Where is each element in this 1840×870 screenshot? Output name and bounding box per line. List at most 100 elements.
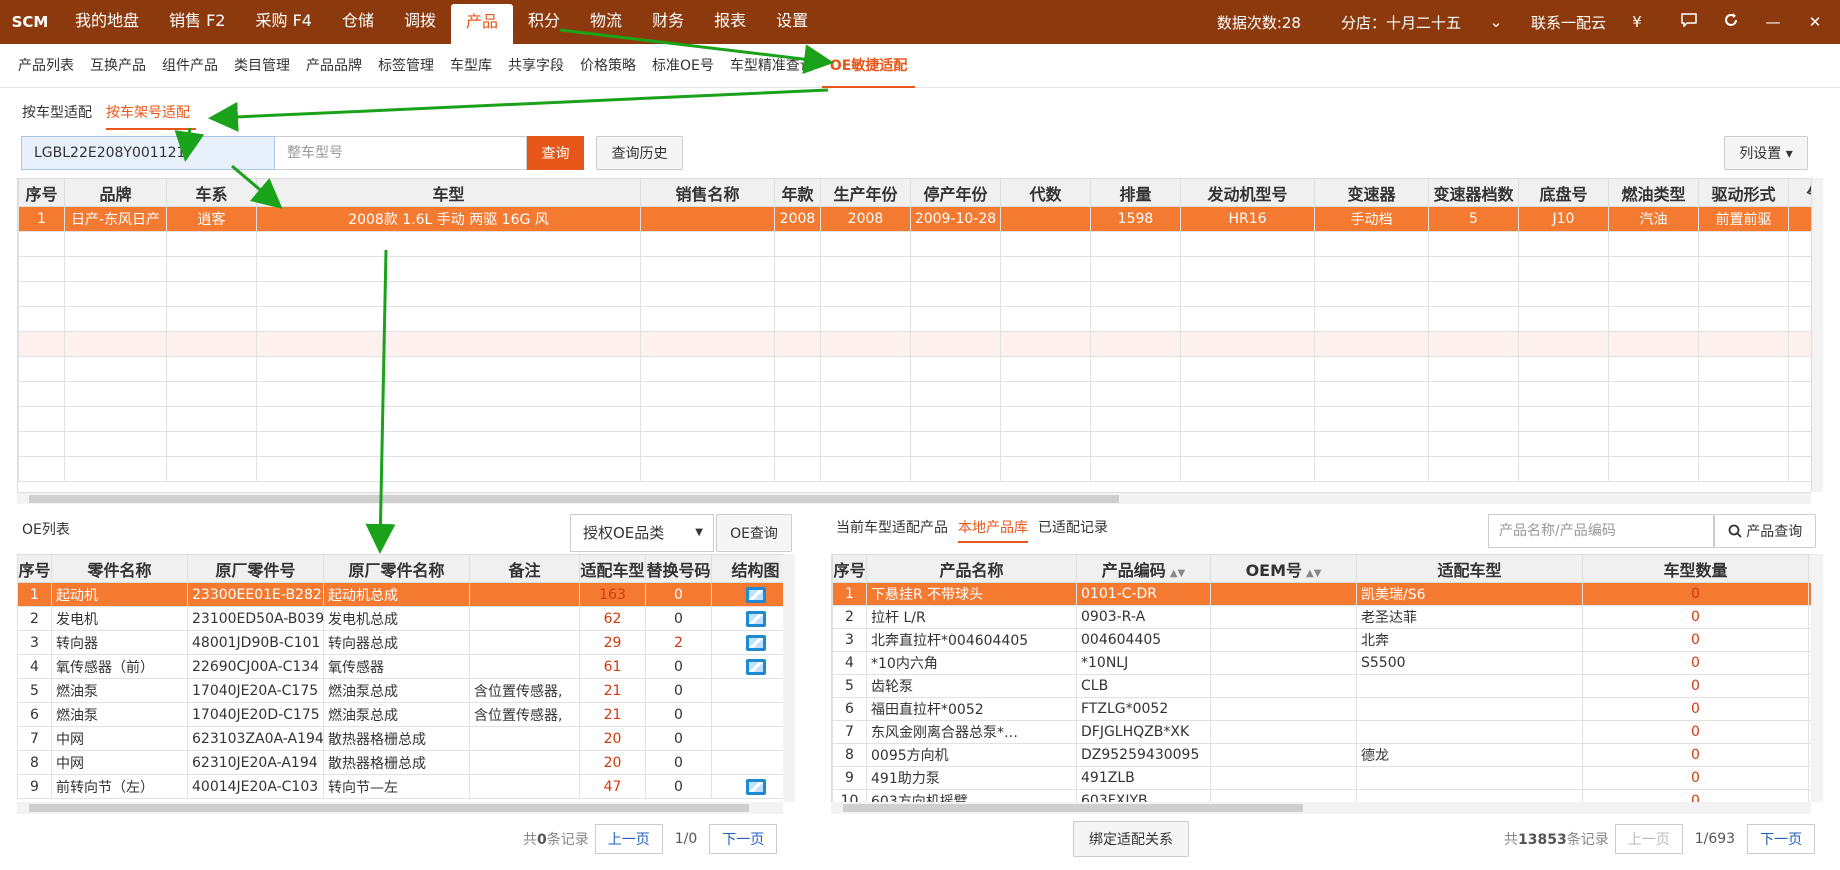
col-header[interactable]: 年款 [774, 178, 821, 207]
col-header[interactable]: 序号 [832, 554, 867, 583]
oe-vscrollbar[interactable] [783, 554, 795, 802]
topnav-item-logistics[interactable]: 物流 [575, 0, 637, 44]
topnav-item-transfer[interactable]: 调拨 [389, 0, 451, 44]
product-search-input[interactable] [1488, 514, 1714, 548]
refresh-icon[interactable] [1720, 12, 1742, 32]
topnav-item-purchase[interactable]: 采购 F4 [241, 0, 327, 44]
chevron-down-icon[interactable]: ⌄ [1485, 13, 1507, 31]
subnav-brand[interactable]: 产品品牌 [298, 44, 370, 88]
col-header[interactable]: 车型 [256, 178, 641, 207]
col-header[interactable]: 序号 [17, 554, 52, 583]
topnav-item-product[interactable]: 产品 [451, 4, 514, 44]
subnav-oe-agile[interactable]: OE敏捷适配 [821, 44, 916, 88]
table-row[interactable]: 9 491助力泵 491ZLB 0 [832, 766, 1811, 790]
query-button[interactable]: 查询 [527, 136, 584, 170]
topnav-item-finance[interactable]: 财务 [637, 0, 699, 44]
product-prev-page-button[interactable]: 上一页 [1614, 824, 1683, 854]
table-row[interactable]: 4 *10内六角 *10NLJ S5500 0 [832, 651, 1811, 675]
topnav-item-warehouse[interactable]: 仓储 [327, 0, 389, 44]
vin-input[interactable] [21, 136, 275, 170]
subnav-precise-query[interactable]: 车型精准查询 [722, 44, 822, 88]
tab-by-model[interactable]: 按车型适配 [22, 100, 98, 130]
topnav-item-points[interactable]: 积分 [513, 0, 575, 44]
col-header[interactable]: 停产年份 [910, 178, 1001, 207]
table-row[interactable]: 4 氧传感器（前） 22690CJ00A-C134 氧传感器 61 0 [17, 654, 783, 679]
query-history-button[interactable]: 查询历史 [596, 136, 683, 170]
oe-query-button[interactable]: OE查询 [716, 514, 792, 552]
table-row[interactable]: 5 齿轮泵 CLB 0 [832, 674, 1811, 698]
table-row[interactable]: 6 燃油泵 17040JE20D-C175 燃油泵总成 含位置传感器, 21 0 [17, 702, 783, 727]
product-next-page-button[interactable]: 下一页 [1747, 824, 1816, 854]
table-row[interactable]: 2 拉杆 L/R 0903-R-A 老圣达菲 0 [832, 605, 1811, 629]
minimize-icon[interactable]: — [1762, 13, 1784, 31]
subnav-price-strategy[interactable]: 价格策略 [572, 44, 644, 88]
model-input[interactable] [275, 136, 527, 170]
scroll-thumb[interactable] [843, 804, 1303, 812]
topnav-item-sales[interactable]: 销售 F2 [154, 0, 240, 44]
col-header[interactable]: 结构图 [711, 554, 783, 583]
col-header[interactable]: 代数 [1000, 178, 1091, 207]
scroll-thumb[interactable] [29, 804, 749, 812]
image-icon[interactable] [745, 778, 766, 795]
subnav-product-list[interactable]: 产品列表 [10, 44, 82, 88]
tab-current-fitted[interactable]: 当前车型适配产品 [836, 517, 948, 543]
subnav-vehicle-lib[interactable]: 车型库 [442, 44, 500, 88]
table-row[interactable]: 8 中网 62310JE20A-A194 散热器格栅总成 20 0 [17, 750, 783, 775]
topnav-item-reports[interactable]: 报表 [699, 0, 761, 44]
table-row[interactable]: 9 前转向节（左） 40014JE20A-C103 转向节—左 47 0 [17, 774, 783, 799]
table-row[interactable]: 3 转向器 48001JD90B-C101 转向器总成 29 2 [17, 630, 783, 655]
yen-icon[interactable]: ¥ [1626, 13, 1648, 31]
tab-fitted-records[interactable]: 已适配记录 [1038, 517, 1108, 543]
oe-hscrollbar[interactable] [17, 802, 783, 814]
col-header[interactable]: 产品编码 ▲▼ [1076, 554, 1211, 583]
oe-next-page-button[interactable]: 下一页 [709, 824, 778, 854]
col-header[interactable]: 原厂零件名称 [323, 554, 470, 583]
col-header[interactable]: 销售名称 [640, 178, 775, 207]
table-row[interactable]: 7 东风金刚离合器总泵*… DFJGLHQZB*XK 0 [832, 720, 1811, 744]
oe-prev-page-button[interactable]: 上一页 [594, 824, 663, 854]
table-row[interactable]: 1 下悬挂R 不带球头 0101-C-DR 凯美瑞/S6 0 [832, 582, 1811, 606]
subnav-tags[interactable]: 标签管理 [370, 44, 442, 88]
table-row[interactable]: 2 发电机 23100ED50A-B039 发电机总成 62 0 [17, 606, 783, 631]
image-icon[interactable] [745, 586, 766, 603]
image-icon[interactable] [745, 634, 766, 651]
col-header[interactable]: OEM号 ▲▼ [1210, 554, 1357, 583]
col-header[interactable]: 原厂零件号 [187, 554, 324, 583]
subnav-component[interactable]: 组件产品 [154, 44, 226, 88]
col-header[interactable]: 零件名称 [51, 554, 188, 583]
product-query-button[interactable]: 产品查询 [1714, 514, 1816, 548]
col-header[interactable]: 序号 [18, 178, 65, 207]
subnav-standard-oe[interactable]: 标准OE号 [644, 44, 722, 88]
subnav-category[interactable]: 类目管理 [226, 44, 298, 88]
col-header[interactable]: 发动机型号 [1180, 178, 1315, 207]
tab-by-vin[interactable]: 按车架号适配 [106, 100, 196, 130]
product-hscrollbar[interactable] [831, 802, 1811, 814]
col-header[interactable]: 备注 [469, 554, 580, 583]
col-header[interactable]: 车型数量 [1582, 554, 1809, 583]
col-header[interactable]: 品牌 [64, 178, 167, 207]
col-header[interactable]: 替换号码 [645, 554, 712, 583]
col-header[interactable]: 气缸数 [1788, 178, 1811, 207]
col-header[interactable]: 驱动形式 [1698, 178, 1789, 207]
col-header[interactable]: 适配车型 [1356, 554, 1583, 583]
subnav-interchange[interactable]: 互换产品 [82, 44, 154, 88]
bind-fitment-button[interactable]: 绑定适配关系 [1073, 821, 1189, 857]
table-row[interactable]: 7 中网 623103ZA0A-A194 散热器格栅总成 20 0 [17, 726, 783, 751]
col-header[interactable]: 变速器档数 [1428, 178, 1519, 207]
col-header[interactable]: 产品名称 [866, 554, 1077, 583]
image-icon[interactable] [745, 658, 766, 675]
table-row[interactable]: 5 燃油泵 17040JE20A-C175 燃油泵总成 含位置传感器, 21 0 [17, 678, 783, 703]
vehicle-hscrollbar[interactable] [17, 492, 1811, 504]
table-row[interactable]: 8 0095方向机 DZ95259430095 德龙 0 [832, 743, 1811, 767]
tab-local-products[interactable]: 本地产品库 [958, 517, 1028, 543]
table-row[interactable]: 1 日产-东风日产 逍客 2008款 1.6L 手动 两驱 16G 风 2008… [18, 206, 1811, 232]
close-icon[interactable]: ✕ [1804, 13, 1826, 31]
topnav-item-home[interactable]: 我的地盘 [60, 0, 154, 44]
topnav-item-settings[interactable]: 设置 [761, 0, 823, 44]
col-header[interactable]: 变速器 [1314, 178, 1429, 207]
column-settings-button[interactable]: 列设置 ▾ [1724, 136, 1808, 170]
subnav-shared-fields[interactable]: 共享字段 [500, 44, 572, 88]
table-row[interactable]: 3 北奔直拉杆*004604405 004604405 北奔 0 [832, 628, 1811, 652]
scroll-thumb[interactable] [29, 495, 1119, 503]
image-icon[interactable] [745, 610, 766, 627]
